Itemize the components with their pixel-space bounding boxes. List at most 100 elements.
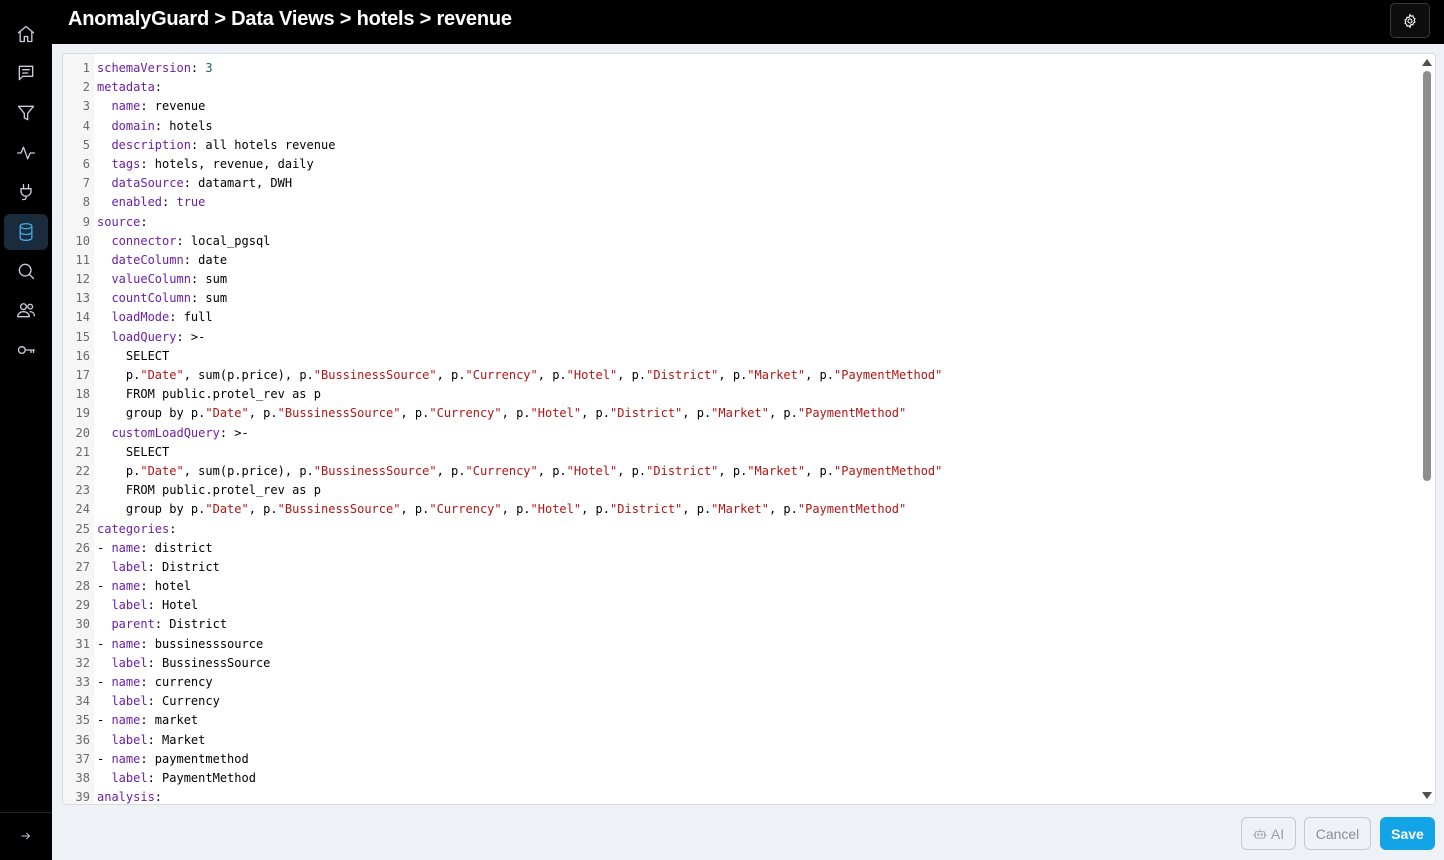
code-line[interactable]: 34 label: Currency (63, 692, 1419, 711)
yaml-text: - (97, 579, 112, 594)
code-line[interactable]: 22 p."Date", sum(p.price), p."BussinessS… (63, 462, 1419, 481)
line-number: 5 (82, 137, 90, 152)
yaml-key: name (111, 675, 141, 689)
line-number: 20 (75, 425, 90, 440)
plug-icon (20, 183, 32, 201)
sidebar-item-filters[interactable] (4, 95, 48, 131)
line-text: customLoadQuery: >- (97, 424, 248, 443)
code-line[interactable]: 30 parent: District (63, 615, 1419, 634)
sidebar-item-home[interactable] (4, 16, 48, 52)
code-line[interactable]: 9 source: (63, 213, 1419, 232)
code-line[interactable]: 15 loadQuery: >- (63, 328, 1419, 347)
code-line[interactable]: 25 categories: (63, 520, 1419, 539)
line-text: - name: hotel (97, 577, 191, 596)
line-number: 3 (82, 99, 90, 114)
code-line[interactable]: 17 p."Date", sum(p.price), p."BussinessS… (63, 366, 1419, 385)
code-content[interactable]: 1 schemaVersion: 3 2 metadata: 3 name: reven… (63, 59, 1419, 805)
line-text: - name: bussinesssource (97, 635, 263, 654)
code-line[interactable]: 31 - name: bussinesssource (63, 635, 1419, 654)
code-line[interactable]: 6 tags: hotels, revenue, daily (63, 155, 1419, 174)
yaml-string: "Currency" (429, 406, 502, 421)
code-line[interactable]: 29 label: Hotel (63, 596, 1419, 615)
code-line[interactable]: 2 metadata: (63, 78, 1419, 97)
sidebar-item-search[interactable] (4, 253, 48, 289)
code-line[interactable]: 18 FROM public.protel_rev as p (63, 385, 1419, 404)
ai-button[interactable]: AI (1241, 817, 1296, 850)
code-line[interactable]: 16 SELECT (63, 347, 1419, 366)
code-line[interactable]: 36 label: Market (63, 731, 1419, 750)
line-text: dateColumn: date (97, 251, 227, 270)
code-line[interactable]: 11 dateColumn: date (63, 251, 1419, 270)
sidebar-item-connectors[interactable] (4, 174, 48, 210)
sidebar-expand-button[interactable] (4, 818, 48, 854)
code-line[interactable]: 10 connector: local_pgsql (63, 232, 1419, 251)
line-number: 31 (75, 636, 90, 651)
yaml-text: : PaymentMethod (147, 770, 256, 785)
code-line[interactable]: 28- name: hotel (63, 577, 1419, 596)
line-number: 12 (75, 272, 90, 287)
code-line[interactable]: 7 dataSource: datamart, DWH (63, 174, 1419, 193)
yaml-string: "Currency" (429, 502, 502, 517)
code-line[interactable]: 3 name: revenue (63, 97, 1419, 116)
code-line[interactable]: 37- name: paymentmethod (63, 750, 1419, 769)
save-button[interactable]: Save (1380, 817, 1435, 850)
yaml-key: name (111, 99, 141, 114)
yaml-key: analysis (97, 790, 155, 805)
code-line[interactable]: 14 loadMode: full (63, 308, 1419, 327)
code-line[interactable]: 26- name: district (63, 539, 1419, 558)
code-line[interactable]: 13 countColumn: sum (63, 289, 1419, 308)
scroll-down-arrow-icon[interactable] (1422, 792, 1432, 799)
code-line[interactable]: 21 SELECT (63, 443, 1419, 462)
code-line[interactable]: 38 label: PaymentMethod (63, 769, 1419, 788)
yaml-text: : (162, 195, 177, 210)
cancel-button[interactable]: Cancel (1304, 817, 1371, 850)
code-line[interactable]: 39 analysis: (63, 788, 1419, 805)
yaml-string: "BussinessSource" (277, 406, 401, 421)
code-line[interactable]: 27 label: District (63, 558, 1419, 577)
line-text: group by p."Date", p."BussinessSource", … (97, 404, 906, 423)
settings-button[interactable] (1390, 3, 1430, 38)
sidebar-item-keys[interactable] (4, 332, 48, 368)
code-line[interactable]: 5 description: all hotels revenue (63, 136, 1419, 155)
yaml-text: : (140, 214, 148, 229)
code-line[interactable]: 8 enabled: true (63, 193, 1419, 212)
yaml-text: : District (154, 617, 228, 632)
yaml-text: : bussinesssource (140, 636, 264, 651)
yaml-text: , p. (718, 368, 748, 382)
sidebar-item-activity[interactable] (4, 135, 48, 171)
line-number: 24 (75, 502, 90, 517)
code-line[interactable]: 4 domain: hotels (63, 117, 1419, 136)
sidebar-divider (0, 812, 52, 813)
yaml-key: description (111, 137, 191, 152)
yaml-text (97, 272, 111, 286)
yaml-code-editor[interactable]: 1 schemaVersion: 3 2 metadata: 3 name: reven… (62, 53, 1436, 805)
sidebar-item-messages[interactable] (4, 55, 48, 91)
code-line[interactable]: 35- name: market (63, 711, 1419, 730)
sidebar-item-users[interactable] (4, 292, 48, 328)
yaml-string: "Date" (205, 502, 249, 517)
code-line[interactable]: 1 schemaVersion: 3 (63, 59, 1419, 78)
yaml-string: "Market" (747, 368, 806, 382)
yaml-text (97, 157, 111, 171)
line-number: 13 (75, 291, 90, 306)
line-text: FROM public.protel_rev as p (97, 481, 321, 500)
scrollbar-thumb[interactable] (1423, 71, 1431, 481)
vertical-scrollbar[interactable] (1419, 54, 1435, 804)
line-text: - name: paymentmethod (97, 750, 249, 769)
yaml-text: : revenue (140, 99, 206, 114)
code-line[interactable]: 33- name: currency (63, 673, 1419, 692)
code-line[interactable]: 19 group by p."Date", p."BussinessSource… (63, 404, 1419, 423)
line-number: 8 (82, 195, 90, 210)
code-line[interactable]: 12 valueColumn: sum (63, 270, 1419, 289)
line-text: p."Date", sum(p.price), p."BussinessSour… (97, 366, 942, 385)
code-line[interactable]: 24 group by p."Date", p."BussinessSource… (63, 500, 1419, 519)
sidebar-item-data-views[interactable] (4, 214, 48, 250)
top-header: AnomalyGuard > Data Views > hotels > rev… (52, 0, 1444, 44)
code-line[interactable]: 32 label: BussinessSource (63, 654, 1419, 673)
code-line[interactable]: 23 FROM public.protel_rev as p (63, 481, 1419, 500)
scroll-up-arrow-icon[interactable] (1422, 59, 1432, 66)
yaml-text: p. (97, 368, 141, 382)
yaml-text: , p. (581, 502, 611, 517)
code-line[interactable]: 20 customLoadQuery: >- (63, 424, 1419, 443)
yaml-key: label (111, 559, 148, 574)
